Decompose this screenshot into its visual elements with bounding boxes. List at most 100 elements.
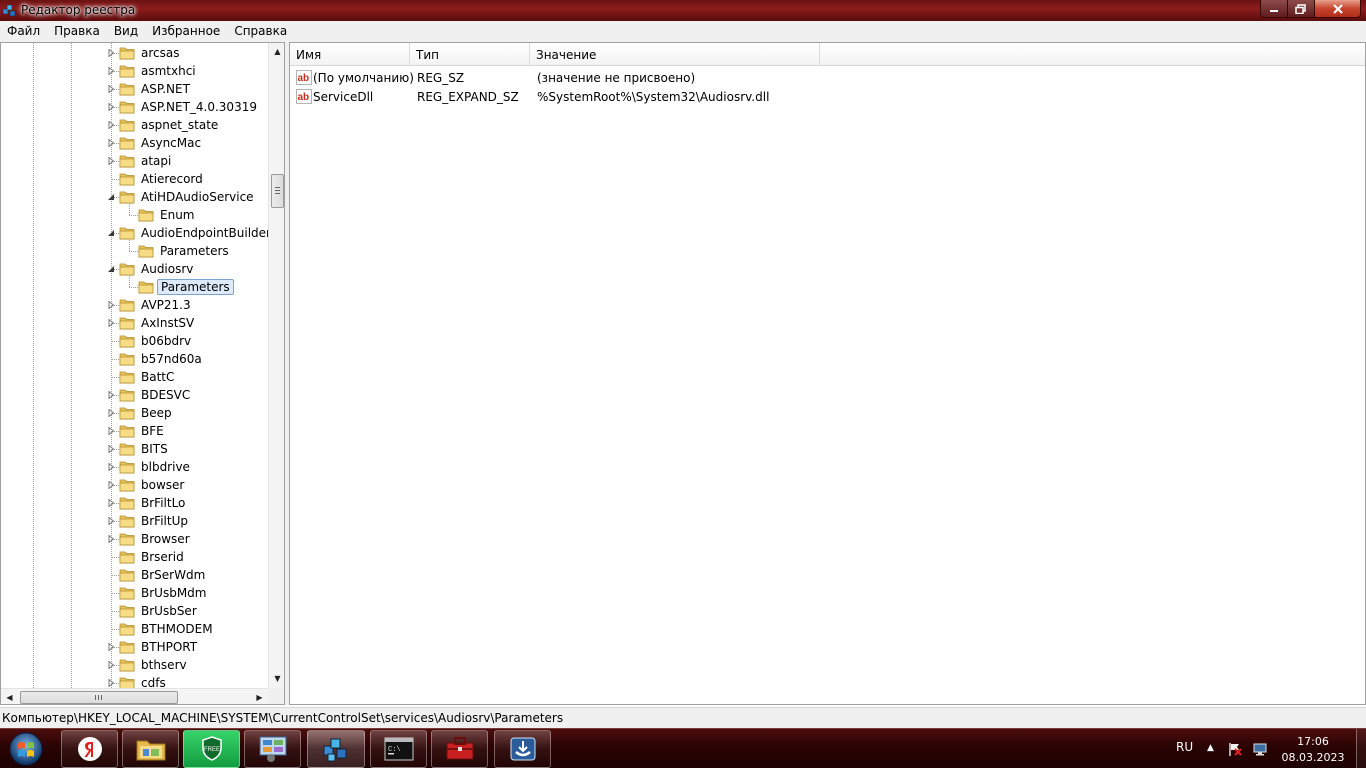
tree-item[interactable]: AudioEndpointBuilder — [1, 224, 268, 242]
free-app-button[interactable]: FREE — [183, 730, 240, 768]
collapsed-arrow-icon[interactable] — [107, 408, 115, 418]
column-header-value[interactable]: Значение — [530, 43, 820, 66]
tree-item[interactable]: BrUsbSer — [1, 602, 268, 620]
collapsed-arrow-icon[interactable] — [107, 642, 115, 652]
tree-item[interactable]: Browser — [1, 530, 268, 548]
collapsed-arrow-icon[interactable] — [107, 48, 115, 58]
tree-item[interactable]: blbdrive — [1, 458, 268, 476]
collapsed-arrow-icon[interactable] — [107, 660, 115, 670]
collapsed-arrow-icon[interactable] — [107, 516, 115, 526]
tree-horizontal-scrollbar[interactable]: ◀ ▶ — [1, 688, 268, 704]
minimize-button[interactable] — [1260, 0, 1288, 18]
expanded-arrow-icon[interactable] — [107, 229, 115, 237]
tree-item[interactable]: Parameters — [1, 242, 268, 260]
key-tree-pane[interactable]: arcsas asmtxhci ASP.NET ASP.NET_4.0.30319 as… — [0, 42, 285, 705]
menu-file[interactable]: Файл — [0, 21, 47, 42]
column-header-name[interactable]: Имя — [290, 43, 410, 66]
tree-item[interactable]: BrFiltLo — [1, 494, 268, 512]
collapsed-arrow-icon[interactable] — [107, 444, 115, 454]
control-panel-button[interactable] — [244, 730, 301, 768]
scroll-left-arrow-icon[interactable]: ◀ — [1, 689, 18, 704]
collapsed-arrow-icon[interactable] — [107, 120, 115, 130]
collapsed-arrow-icon[interactable] — [107, 390, 115, 400]
tree-item[interactable]: Beep — [1, 404, 268, 422]
expanded-arrow-icon[interactable] — [107, 193, 115, 201]
collapsed-arrow-icon[interactable] — [107, 102, 115, 112]
toolbox-button[interactable] — [431, 730, 488, 768]
tree-item[interactable]: Enum — [1, 206, 268, 224]
tree-item[interactable]: asmtxhci — [1, 62, 268, 80]
tree-item[interactable]: BFE — [1, 422, 268, 440]
yandex-browser-button[interactable] — [61, 730, 118, 768]
tree-item[interactable]: BrUsbMdm — [1, 584, 268, 602]
tree-item[interactable]: Parameters — [1, 278, 268, 296]
start-button[interactable] — [6, 730, 46, 768]
tree-item[interactable]: b57nd60a — [1, 350, 268, 368]
tree-item[interactable]: arcsas — [1, 44, 268, 62]
tree-item[interactable]: Audiosrv — [1, 260, 268, 278]
values-list-pane[interactable]: Имя Тип Значение ab (По умолчанию) REG_SZ (… — [289, 42, 1366, 705]
menu-favorites[interactable]: Избранное — [145, 21, 227, 42]
action-center-flag-icon[interactable] — [1227, 741, 1243, 757]
expanded-arrow-icon[interactable] — [107, 265, 115, 273]
collapsed-arrow-icon[interactable] — [107, 462, 115, 472]
collapsed-arrow-icon[interactable] — [107, 318, 115, 328]
collapsed-arrow-icon[interactable] — [107, 678, 115, 688]
menu-view[interactable]: Вид — [107, 21, 145, 42]
tree-item[interactable]: ASP.NET — [1, 80, 268, 98]
close-button[interactable] — [1314, 0, 1361, 18]
tree-item[interactable]: BITS — [1, 440, 268, 458]
scroll-thumb[interactable] — [271, 174, 284, 208]
tree-item[interactable]: BTHMODEM — [1, 620, 268, 638]
tree-item[interactable]: Brserid — [1, 548, 268, 566]
tree-item[interactable]: Atierecord — [1, 170, 268, 188]
tree-item[interactable]: bowser — [1, 476, 268, 494]
tree-item[interactable]: AVP21.3 — [1, 296, 268, 314]
scroll-down-arrow-icon[interactable]: ▼ — [269, 670, 284, 687]
collapsed-arrow-icon[interactable] — [107, 300, 115, 310]
regedit-button[interactable] — [307, 730, 365, 768]
collapsed-arrow-icon[interactable] — [107, 534, 115, 544]
value-row[interactable]: ab (По умолчанию) REG_SZ (значение не присв… — [290, 68, 1365, 87]
maximize-button[interactable] — [1287, 0, 1315, 18]
tree-item[interactable]: BattC — [1, 368, 268, 386]
language-indicator[interactable]: RU — [1176, 740, 1193, 754]
tree-item[interactable]: BDESVC — [1, 386, 268, 404]
tree-item[interactable]: AxInstSV — [1, 314, 268, 332]
tree-item[interactable]: BTHPORT — [1, 638, 268, 656]
collapsed-arrow-icon[interactable] — [107, 84, 115, 94]
tray-clock[interactable]: 17:06 08.03.2023 — [1276, 734, 1350, 766]
key-tree[interactable]: arcsas asmtxhci ASP.NET ASP.NET_4.0.30319 as… — [1, 43, 268, 688]
scroll-thumb[interactable] — [20, 691, 178, 704]
collapsed-arrow-icon[interactable] — [107, 156, 115, 166]
tree-item[interactable]: BrSerWdm — [1, 566, 268, 584]
show-desktop-button[interactable] — [1356, 729, 1366, 769]
show-hidden-icons-icon[interactable]: ▲ — [1207, 743, 1214, 753]
tree-vertical-scrollbar[interactable]: ▲ ▼ — [268, 43, 284, 688]
collapsed-arrow-icon[interactable] — [107, 498, 115, 508]
collapsed-arrow-icon[interactable] — [107, 66, 115, 76]
tree-item[interactable]: aspnet_state — [1, 116, 268, 134]
tree-item[interactable]: AsyncMac — [1, 134, 268, 152]
menu-bar: Файл Правка Вид Избранное Справка — [0, 21, 1366, 42]
tree-item[interactable]: b06bdrv — [1, 332, 268, 350]
collapsed-arrow-icon[interactable] — [107, 426, 115, 436]
tree-item[interactable]: ASP.NET_4.0.30319 — [1, 98, 268, 116]
value-row[interactable]: ab ServiceDll REG_EXPAND_SZ %SystemRoot%\Sy… — [290, 87, 1365, 106]
installer-button[interactable] — [494, 730, 551, 768]
network-icon[interactable] — [1252, 741, 1268, 757]
menu-edit[interactable]: Правка — [47, 21, 107, 42]
cmd-button[interactable]: C:\ — [370, 730, 427, 768]
tree-item[interactable]: bthserv — [1, 656, 268, 674]
collapsed-arrow-icon[interactable] — [107, 480, 115, 490]
collapsed-arrow-icon[interactable] — [107, 138, 115, 148]
tree-item[interactable]: AtiHDAudioService — [1, 188, 268, 206]
tree-item[interactable]: atapi — [1, 152, 268, 170]
menu-help[interactable]: Справка — [227, 21, 294, 42]
scroll-up-arrow-icon[interactable]: ▲ — [269, 43, 284, 60]
tree-item[interactable]: cdfs — [1, 674, 268, 688]
column-header-type[interactable]: Тип — [410, 43, 530, 66]
scroll-right-arrow-icon[interactable]: ▶ — [251, 689, 268, 704]
tree-item[interactable]: BrFiltUp — [1, 512, 268, 530]
explorer-button[interactable] — [122, 730, 179, 768]
